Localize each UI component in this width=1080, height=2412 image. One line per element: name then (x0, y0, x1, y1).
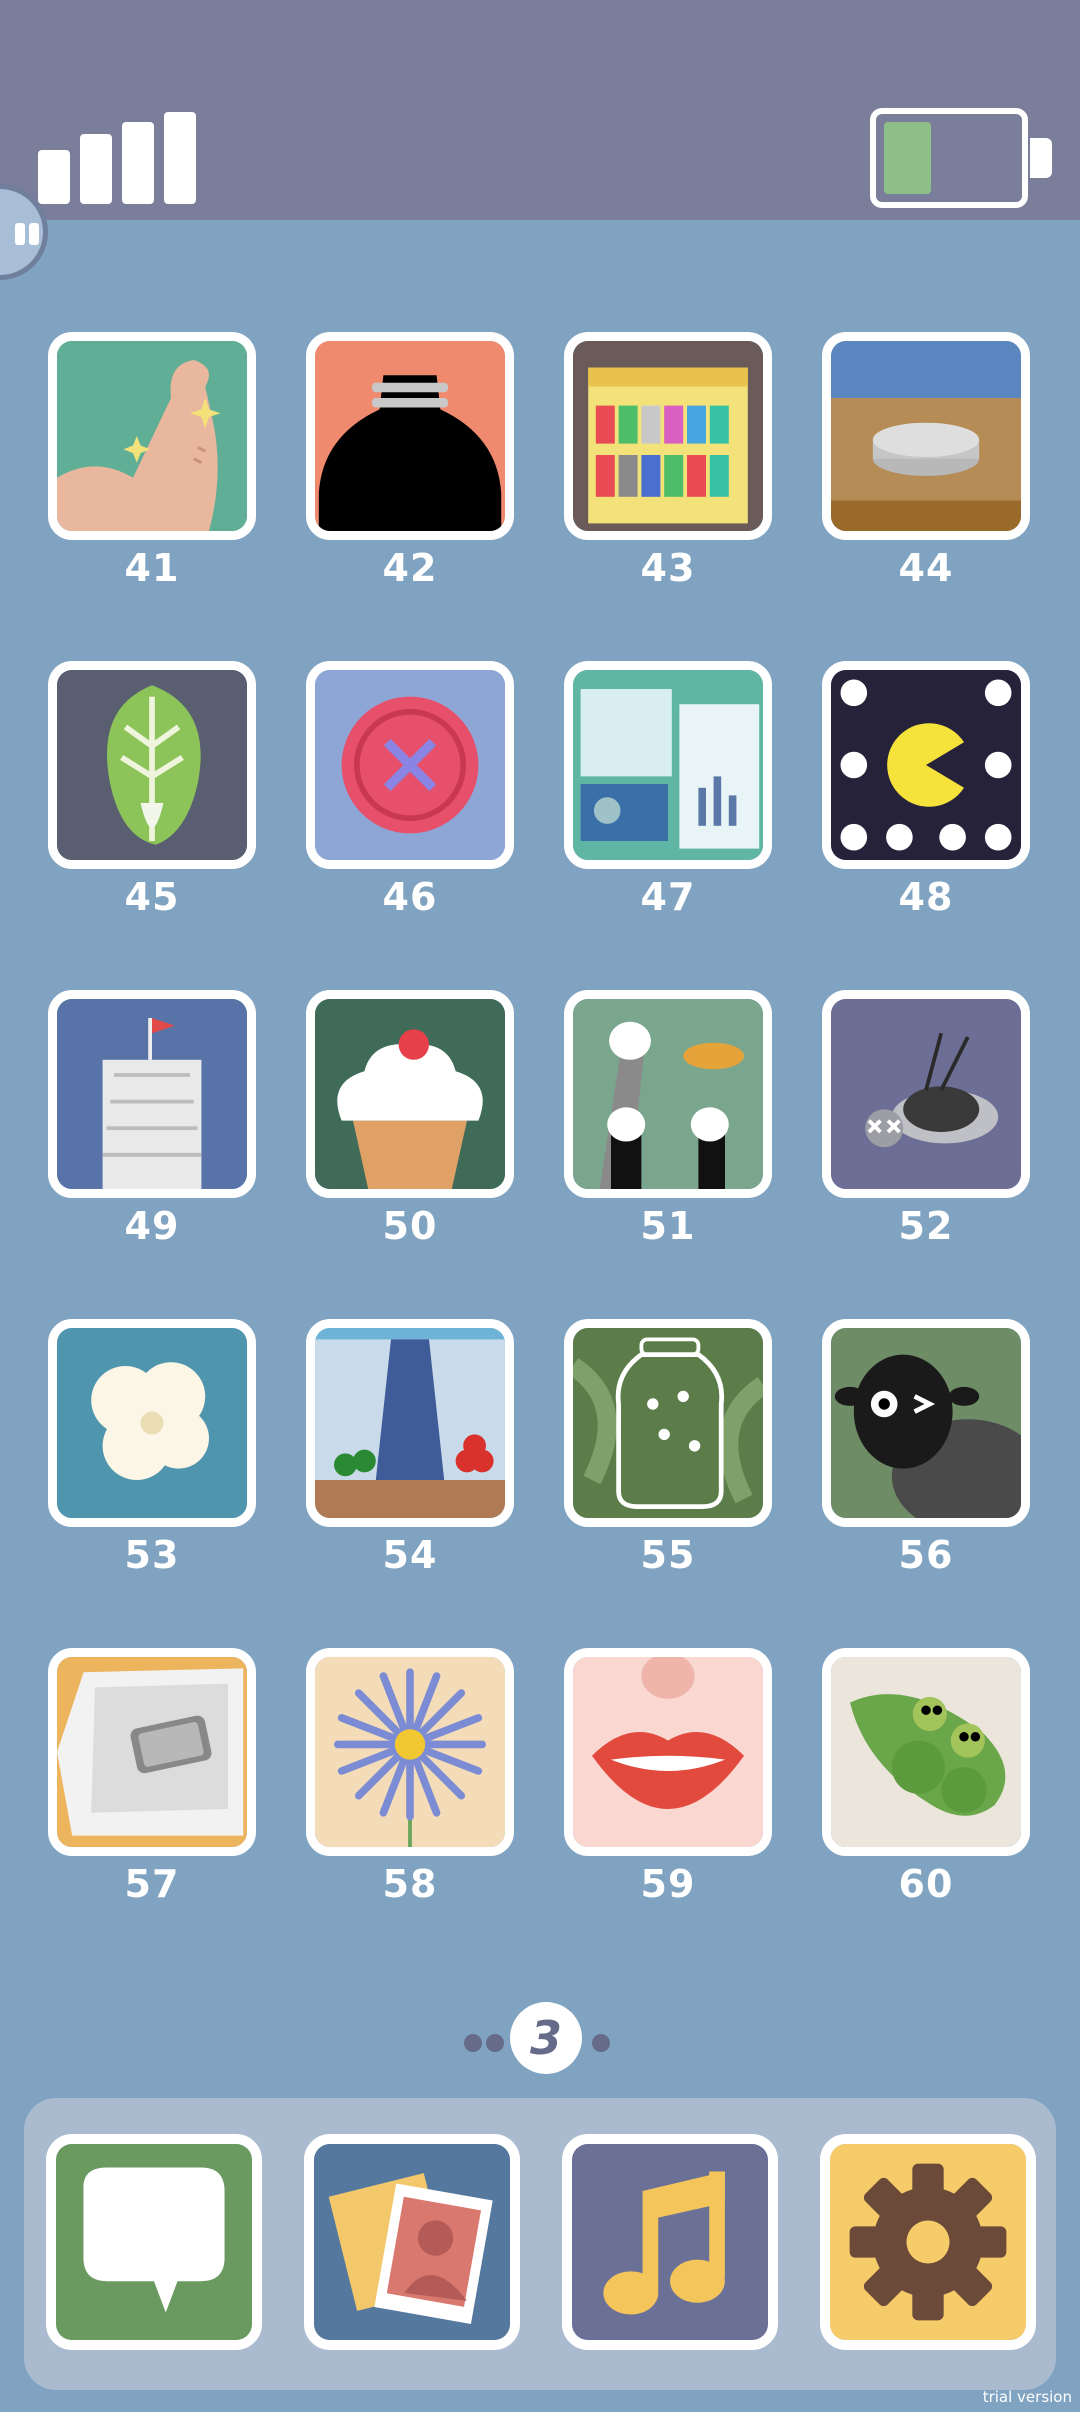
level-number: 54 (382, 1533, 438, 1577)
level-50[interactable]: 50 (306, 990, 514, 1260)
pink-button-icon (306, 661, 514, 869)
messages-app-button[interactable] (46, 2134, 262, 2350)
speech-bubble-icon (56, 2144, 252, 2340)
leaning-tower-icon (48, 990, 256, 1198)
level-number: 59 (640, 1862, 696, 1906)
level-49[interactable]: 49 (48, 990, 256, 1260)
level-47[interactable]: 47 (564, 661, 772, 931)
page-dot[interactable] (592, 2034, 610, 2052)
level-number: 56 (898, 1533, 954, 1577)
level-51[interactable]: 51 (564, 990, 772, 1260)
phone-in-tray-icon (48, 1648, 256, 1856)
level-54[interactable]: 54 (306, 1319, 514, 1589)
music-note-icon (572, 2144, 768, 2340)
sundae-icon (306, 990, 514, 1198)
level-number: 50 (382, 1204, 438, 1248)
level-number: 48 (898, 875, 954, 919)
level-number: 49 (124, 1204, 180, 1248)
level-55[interactable]: 55 (564, 1319, 772, 1589)
lips-icon (564, 1648, 772, 1856)
current-page: 3 (510, 2002, 582, 2074)
cat-paws-fish-icon (564, 990, 772, 1198)
level-number: 55 (640, 1533, 696, 1577)
firefly-jar-icon (564, 1319, 772, 1527)
level-41[interactable]: 41 (48, 332, 256, 602)
watermark: trial version (982, 2388, 1072, 2406)
level-44[interactable]: 44 (822, 332, 1030, 602)
level-grid: 41 42 43 44 45 46 47 48 49 50 51 52 53 5… (0, 0, 1080, 1960)
gear-icon (830, 2144, 1026, 2340)
page-indicator: 3 (460, 2002, 620, 2078)
photos-app-button[interactable] (304, 2134, 520, 2350)
level-43[interactable]: 43 (564, 332, 772, 602)
black-bottle-icon (306, 332, 514, 540)
blue-flower-icon (306, 1648, 514, 1856)
level-number: 53 (124, 1533, 180, 1577)
level-number: 44 (898, 546, 954, 590)
flexed-arm-icon (48, 332, 256, 540)
dead-fly-icon (822, 990, 1030, 1198)
level-56[interactable]: 56 (822, 1319, 1030, 1589)
crayon-box-icon (564, 332, 772, 540)
level-number: 58 (382, 1862, 438, 1906)
level-number: 46 (382, 875, 438, 919)
pacman-icon (822, 661, 1030, 869)
level-59[interactable]: 59 (564, 1648, 772, 1918)
page-dot[interactable] (464, 2034, 482, 2052)
photo-contact-icon (314, 2144, 510, 2340)
pea-pod-icon (822, 1648, 1030, 1856)
level-46[interactable]: 46 (306, 661, 514, 931)
music-app-button[interactable] (562, 2134, 778, 2350)
level-45[interactable]: 45 (48, 661, 256, 931)
level-number: 43 (640, 546, 696, 590)
level-60[interactable]: 60 (822, 1648, 1030, 1918)
green-red-balls-icon (306, 1319, 514, 1527)
level-number: 51 (640, 1204, 696, 1248)
level-58[interactable]: 58 (306, 1648, 514, 1918)
black-sheep-icon (822, 1319, 1030, 1527)
dock (24, 2098, 1056, 2390)
level-48[interactable]: 48 (822, 661, 1030, 931)
page-dot[interactable] (486, 2034, 504, 2052)
level-number: 42 (382, 546, 438, 590)
level-number: 52 (898, 1204, 954, 1248)
level-number: 41 (124, 546, 180, 590)
level-57[interactable]: 57 (48, 1648, 256, 1918)
level-number: 47 (640, 875, 696, 919)
level-number: 45 (124, 875, 180, 919)
napa-cabbage-icon (48, 661, 256, 869)
level-number: 60 (898, 1862, 954, 1906)
level-52[interactable]: 52 (822, 990, 1030, 1260)
desk-papers-icon (564, 661, 772, 869)
level-number: 57 (124, 1862, 180, 1906)
popcorn-icon (48, 1319, 256, 1527)
settings-app-button[interactable] (820, 2134, 1036, 2350)
coin-stack-icon (822, 332, 1030, 540)
level-42[interactable]: 42 (306, 332, 514, 602)
level-53[interactable]: 53 (48, 1319, 256, 1589)
